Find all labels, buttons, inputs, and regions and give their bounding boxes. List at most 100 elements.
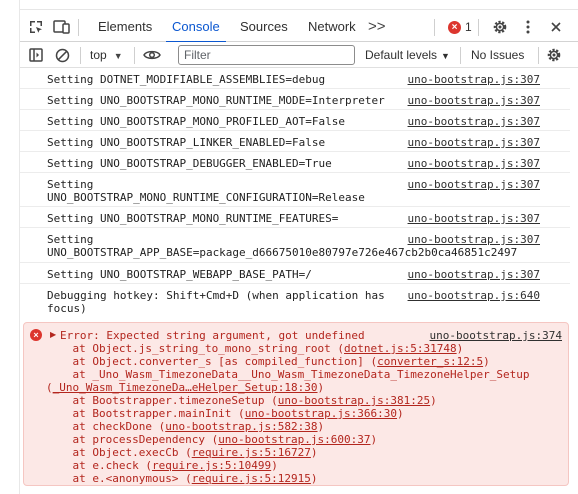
toolbar-separator [460, 47, 461, 64]
error-circle-icon: × [30, 329, 42, 341]
log-row: Setting UNO_BOOTSTRAP_APP_BASE=package_d… [20, 228, 570, 263]
tab-elements[interactable]: Elements [98, 12, 152, 42]
stack-frame-link[interactable]: dotnet.js:5:31748 [344, 342, 457, 355]
log-row: Setting UNO_BOOTSTRAP_WEBAPP_BASE_PATH=/… [20, 263, 570, 284]
browser-edge-line [0, 9, 578, 10]
sidebar-toggle-icon[interactable] [26, 45, 46, 65]
stack-frame-link[interactable]: uno-bootstrap.js:600:37 [218, 433, 370, 446]
error-circle-icon: × [448, 20, 461, 34]
stack-frame-text: at Object.execCb ( [46, 446, 192, 459]
log-source-link[interactable]: uno-bootstrap.js:307 [408, 178, 540, 191]
stack-frame-suffix: ) [317, 420, 325, 433]
filter-input[interactable] [178, 45, 355, 65]
stack-frame-suffix: ) [430, 394, 437, 407]
stack-frame: at processDependency (uno-bootstrap.js:6… [46, 433, 377, 446]
context-value: top [90, 48, 107, 62]
log-source-link[interactable]: uno-bootstrap.js:307 [408, 157, 540, 170]
log-message: Debugging hotkey: Shift+Cmd+D (when appl… [47, 289, 385, 315]
stack-frame-link[interactable]: converter_s:12:5 [377, 355, 483, 368]
stack-frame-text: at Bootstrapper.mainInit ( [46, 407, 245, 420]
kebab-menu-icon[interactable] [518, 17, 538, 37]
stack-frame: at e.check (require.js:5:10499) [46, 459, 278, 472]
log-message: Setting UNO_BOOTSTRAP_LINKER_ENABLED=Fal… [47, 136, 326, 149]
clear-console-icon[interactable] [52, 45, 72, 65]
log-message: Setting DOTNET_MODIFIABLE_ASSEMBLIES=deb… [47, 73, 326, 86]
stack-frame: at Bootstrapper.timezoneSetup (uno-boots… [46, 394, 437, 407]
expand-triangle-icon[interactable]: ▶ [50, 329, 56, 341]
tab-console[interactable]: Console [166, 12, 226, 43]
stack-frame: at Bootstrapper.mainInit (uno-bootstrap.… [46, 407, 404, 420]
toolbar-separator [134, 47, 135, 64]
stack-frame-text: at checkDone ( [46, 420, 166, 433]
context-selector[interactable]: top ▼ [90, 46, 123, 64]
log-levels-dropdown[interactable]: Default levels ▼ [365, 46, 450, 65]
issues-button[interactable]: No Issues [471, 46, 524, 64]
stack-frame: at Object.execCb (require.js:5:16727) [46, 446, 317, 459]
log-source-link[interactable]: uno-bootstrap.js:307 [408, 115, 540, 128]
log-row: Setting UNO_BOOTSTRAP_DEBUGGER_ENABLED=T… [20, 152, 570, 173]
log-row: Setting UNO_BOOTSTRAP_MONO_RUNTIME_FEATU… [20, 207, 570, 228]
log-source-link[interactable]: uno-bootstrap.js:307 [408, 94, 540, 107]
settings-gear-icon[interactable] [544, 45, 564, 65]
stack-frame-text: at Bootstrapper.timezoneSetup ( [46, 394, 278, 407]
stack-frame-text: at Object.js_string_to_mono_string_root … [46, 342, 345, 355]
stack-frame: at _Uno_Wasm_TimezoneData__Uno_Wasm_Time… [46, 368, 529, 381]
log-source-link[interactable]: uno-bootstrap.js:307 [408, 136, 540, 149]
log-row: Setting UNO_BOOTSTRAP_MONO_RUNTIME_MODE=… [20, 89, 570, 110]
error-message: Error: Expected string argument, got und… [60, 329, 365, 342]
stack-frame: at Object.converter_s [as compiled_funct… [46, 355, 490, 368]
toolbar-separator [80, 47, 81, 64]
log-source-link[interactable]: uno-bootstrap.js:307 [408, 212, 540, 225]
log-source-link[interactable]: uno-bootstrap.js:640 [408, 289, 540, 302]
stack-frame-suffix: ) [271, 459, 278, 472]
tab-network[interactable]: Network [308, 12, 356, 42]
error-log-entry: × ▶ Error: Expected string argument, got… [23, 322, 569, 486]
dropdown-caret-icon: ▼ [441, 51, 450, 61]
stack-frame-text: at e.check ( [46, 459, 152, 472]
toolbar-separator [78, 19, 79, 36]
stack-frame-suffix: ) [310, 472, 318, 485]
stack-frame-text: at Object.converter_s [as compiled_funct… [46, 355, 378, 368]
more-tabs-button[interactable]: >> [368, 12, 386, 42]
log-message: Setting UNO_BOOTSTRAP_MONO_RUNTIME_CONFI… [47, 178, 365, 204]
log-row: Setting UNO_BOOTSTRAP_MONO_PROFILED_AOT=… [20, 110, 570, 131]
stack-frame-link[interactable]: require.js:5:12915 [192, 472, 311, 485]
stack-frame-suffix: ) [397, 407, 404, 420]
toolbar-separator [478, 19, 479, 36]
stack-frame-link[interactable]: uno-bootstrap.js:366:30 [245, 407, 397, 420]
console-scrollbar[interactable] [570, 68, 578, 494]
log-message: Setting UNO_BOOTSTRAP_MONO_PROFILED_AOT=… [47, 115, 346, 128]
log-row: Setting UNO_BOOTSTRAP_MONO_RUNTIME_CONFI… [20, 173, 570, 207]
stack-frame-link[interactable]: uno-bootstrap.js:381:25 [278, 394, 430, 407]
toolbar-separator [434, 19, 435, 36]
eye-icon[interactable] [142, 45, 162, 65]
close-icon[interactable] [546, 17, 566, 37]
gear-icon[interactable] [490, 17, 510, 37]
log-source-link[interactable]: uno-bootstrap.js:307 [408, 268, 540, 281]
stack-frame-suffix: ) [456, 342, 464, 355]
log-message: Setting UNO_BOOTSTRAP_MONO_RUNTIME_MODE=… [47, 94, 385, 107]
log-source-link[interactable]: uno-bootstrap.js:307 [408, 233, 540, 246]
dropdown-caret-icon: ▼ [113, 51, 123, 61]
inspect-element-icon[interactable] [26, 17, 46, 37]
stack-frame-link[interactable]: uno-bootstrap.js:582:38 [165, 420, 317, 433]
error-source-link[interactable]: uno-bootstrap.js:374 [430, 329, 562, 342]
console-toolbar: top▼ Default levels▼ No Issues [20, 42, 578, 68]
stack-frame-text: ( [46, 381, 53, 394]
stack-frame-text: at processDependency ( [46, 433, 219, 446]
error-count-badge[interactable]: × 1 [448, 19, 472, 35]
stack-frame-link[interactable]: require.js:5:10499 [152, 459, 271, 472]
tab-sources[interactable]: Sources [240, 12, 288, 42]
log-message: Setting UNO_BOOTSTRAP_WEBAPP_BASE_PATH=/ [47, 268, 312, 281]
log-levels-label: Default levels [365, 48, 438, 62]
toolbar-separator [538, 47, 539, 64]
device-toolbar-icon[interactable] [52, 17, 72, 37]
stack-frame-link[interactable]: _Uno_Wasm_TimezoneDa…eHelper_Setup:18:30 [53, 381, 318, 394]
stack-frame-text: at e.<anonymous> ( [46, 472, 192, 485]
log-row: Setting DOTNET_MODIFIABLE_ASSEMBLIES=deb… [20, 68, 570, 89]
stack-frame: (_Uno_Wasm_TimezoneDa…eHelper_Setup:18:3… [46, 381, 324, 394]
stack-frame-link[interactable]: require.js:5:16727 [192, 446, 311, 459]
log-source-link[interactable]: uno-bootstrap.js:307 [408, 73, 540, 86]
stack-frame: at Object.js_string_to_mono_string_root … [46, 342, 463, 355]
stack-frame-suffix: ) [483, 355, 490, 368]
